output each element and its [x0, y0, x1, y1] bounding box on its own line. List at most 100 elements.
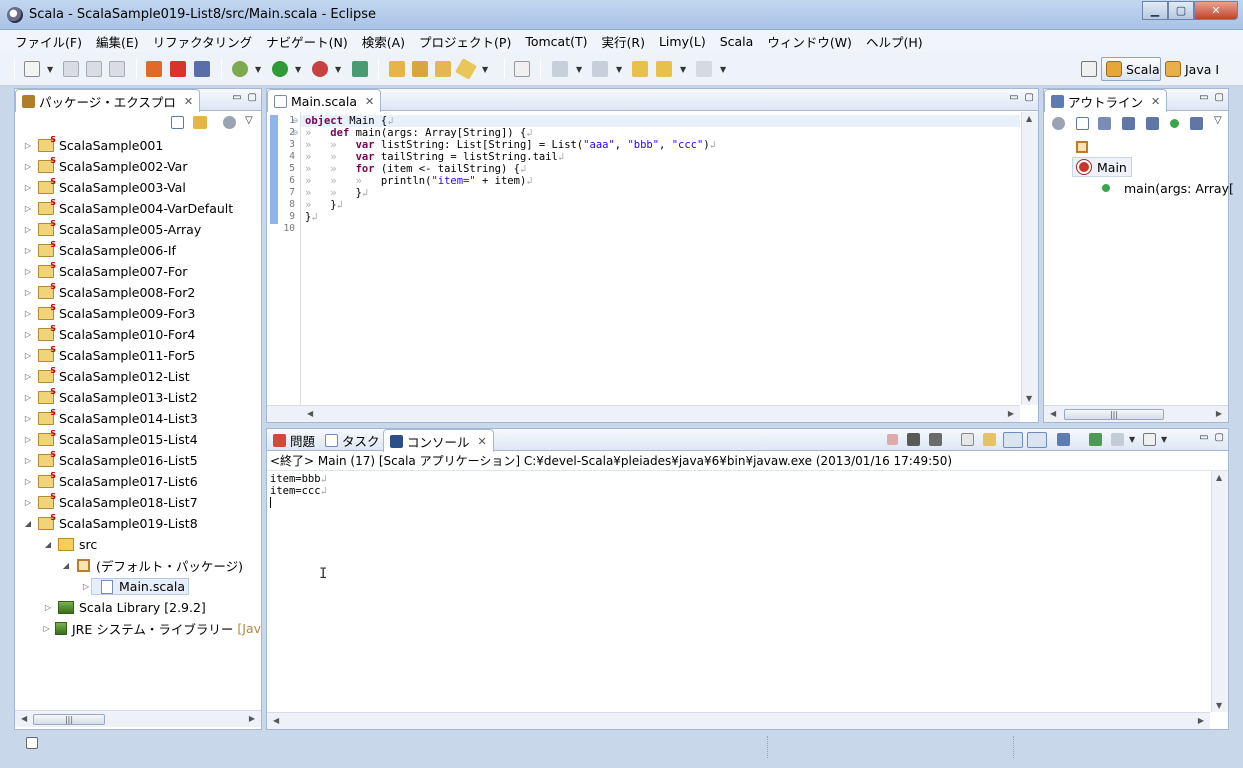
open-console-icon[interactable]	[1111, 433, 1124, 446]
outline-method-main[interactable]: main(args: Array[	[1102, 178, 1234, 198]
tree-project-item[interactable]: ▷ ScalaSample006-If	[15, 240, 261, 261]
pen-icon[interactable]	[455, 58, 477, 80]
fold-icon[interactable]: ⊖	[293, 128, 298, 137]
terminate-icon[interactable]	[887, 434, 898, 445]
expand-icon[interactable]: ▷	[23, 267, 33, 276]
console-vscroll[interactable]: ▲ ▼	[1211, 471, 1228, 712]
forward-dropdown-icon[interactable]: ▼	[720, 65, 726, 74]
view-menu-icon[interactable]: ▽	[245, 115, 253, 126]
scroll-left-icon[interactable]: ◀	[1050, 409, 1056, 418]
fold-icon[interactable]: ⊖	[293, 116, 298, 125]
scroll-right-icon[interactable]: ▶	[249, 714, 255, 723]
pin-console-icon[interactable]	[1057, 433, 1070, 446]
expand-icon[interactable]: ▷	[23, 183, 33, 192]
expand-icon[interactable]: ▷	[23, 330, 33, 339]
expand-icon[interactable]: ▷	[23, 162, 33, 171]
scroll-up-icon[interactable]: ▲	[1026, 114, 1032, 123]
scroll-left-icon[interactable]: ◀	[273, 716, 279, 725]
tab-main-scala[interactable]: Main.scala ✕	[267, 89, 382, 112]
hide-local-types-icon[interactable]	[1190, 117, 1203, 130]
console-output[interactable]: item=bbb↲ item=ccc↲ I	[267, 471, 1210, 712]
minimize-view-icon[interactable]: ▭	[1199, 432, 1208, 443]
open-folder-icon[interactable]	[435, 61, 451, 77]
menu-navigate[interactable]: ナビゲート(N)	[259, 32, 355, 51]
expand-icon[interactable]: ▷	[23, 309, 33, 318]
back-icon[interactable]	[656, 61, 672, 77]
view-options-icon[interactable]	[223, 116, 236, 129]
menu-project[interactable]: プロジェクト(P)	[412, 32, 518, 51]
menu-run[interactable]: 実行(R)	[595, 32, 652, 51]
outline-package-item[interactable]	[1076, 137, 1088, 157]
open-perspective-icon[interactable]	[1081, 61, 1097, 77]
tomcat-icon[interactable]	[352, 61, 368, 77]
external-tools-dropdown-icon[interactable]: ▼	[335, 65, 341, 74]
maximize-view-icon[interactable]: ▢	[248, 92, 257, 103]
expand-icon[interactable]: ▷	[23, 456, 33, 465]
save-icon[interactable]	[63, 61, 79, 77]
tab-package-explorer[interactable]: パッケージ・エクスプロ ✕	[15, 89, 201, 112]
run-icon[interactable]	[272, 61, 288, 77]
hide-static-icon[interactable]	[1146, 117, 1159, 130]
sort-icon[interactable]	[1098, 117, 1111, 130]
external-tools-icon[interactable]	[312, 61, 328, 77]
expand-icon[interactable]: ▷	[23, 204, 33, 213]
expand-icon[interactable]: ▷	[23, 498, 33, 507]
new-dropdown-icon[interactable]: ▼	[47, 65, 53, 74]
menu-window[interactable]: ウィンドウ(W)	[760, 32, 859, 51]
tree-default-package[interactable]: ◢ (デフォルト・パッケージ)	[15, 555, 261, 576]
scroll-right-icon[interactable]: ▶	[1198, 716, 1204, 725]
scroll-lock-icon[interactable]	[983, 433, 996, 446]
code-editor[interactable]: 1 2 3 4 5 6 7 8 9 10 ⊖ ⊖ object Main {↲ …	[267, 112, 1020, 405]
tree-project-item[interactable]: ▷ ScalaSample009-For3	[15, 303, 261, 324]
menu-scala[interactable]: Scala	[713, 34, 761, 49]
scala-build-icon[interactable]	[194, 61, 210, 77]
tab-tasks[interactable]: タスク	[319, 429, 386, 451]
expand-icon[interactable]: ▷	[23, 393, 33, 402]
tree-project-item[interactable]: ▷ ScalaSample003-Val	[15, 177, 261, 198]
print-icon[interactable]	[109, 61, 125, 77]
menu-limy[interactable]: Limy(L)	[652, 34, 713, 49]
toggle-mark-icon[interactable]	[514, 61, 530, 77]
menu-edit[interactable]: 編集(E)	[89, 32, 146, 51]
tree-main-file[interactable]: ▷ Main.scala	[15, 576, 261, 597]
tree-project-item[interactable]: ▷ ScalaSample002-Var	[15, 156, 261, 177]
scroll-down-icon[interactable]: ▼	[1216, 701, 1222, 710]
expand-icon[interactable]: ▷	[23, 288, 33, 297]
tree-src-folder[interactable]: ◢ src	[15, 534, 261, 555]
debug-icon[interactable]	[232, 61, 248, 77]
outline-object-main[interactable]: Main	[1072, 157, 1132, 177]
scroll-down-icon[interactable]: ▼	[1026, 394, 1032, 403]
tree-project-item[interactable]: ▷ ScalaSample017-List6	[15, 471, 261, 492]
tree-project-item[interactable]: ▷ ScalaSample013-List2	[15, 387, 261, 408]
tree-project-item[interactable]: ▷ ScalaSample010-For4	[15, 324, 261, 345]
close-button[interactable]: ✕	[1194, 1, 1238, 20]
expand-icon[interactable]: ▷	[23, 351, 33, 360]
show-stderr-icon[interactable]	[1027, 432, 1047, 448]
scroll-thumb[interactable]: |||	[33, 714, 105, 725]
last-edit-icon[interactable]	[632, 61, 648, 77]
new-console-dropdown-icon[interactable]: ▼	[1161, 435, 1167, 444]
display-console-icon[interactable]	[1089, 433, 1102, 446]
scroll-up-icon[interactable]: ▲	[1216, 473, 1222, 482]
close-icon[interactable]: ✕	[365, 95, 374, 108]
tree-project-item[interactable]: ▷ ScalaSample007-For	[15, 261, 261, 282]
console-hscroll[interactable]: ◀ ▶	[267, 712, 1210, 729]
debug-dropdown-icon[interactable]: ▼	[255, 65, 261, 74]
outline-hscroll[interactable]: ◀ ||| ▶	[1044, 405, 1228, 422]
collapse-icon[interactable]: ◢	[61, 561, 71, 570]
scroll-right-icon[interactable]: ▶	[1008, 409, 1014, 418]
expand-icon[interactable]: ▷	[23, 435, 33, 444]
menu-file[interactable]: ファイル(F)	[8, 32, 89, 51]
expand-icon[interactable]: ▷	[23, 477, 33, 486]
run-dropdown-icon[interactable]: ▼	[295, 65, 301, 74]
editor-vscroll[interactable]: ▲ ▼	[1021, 112, 1038, 405]
minimize-view-icon[interactable]: ▭	[232, 92, 241, 103]
next-annotation-dropdown-icon[interactable]: ▼	[576, 65, 582, 74]
fast-view-icon[interactable]	[26, 737, 38, 749]
back-dropdown-icon[interactable]: ▼	[680, 65, 686, 74]
tree-project-item[interactable]: ▷ ScalaSample008-For2	[15, 282, 261, 303]
scala-stop-icon[interactable]	[170, 61, 186, 77]
expand-icon[interactable]: ▷	[43, 624, 50, 633]
expand-icon[interactable]: ▷	[81, 582, 91, 591]
prev-annotation-icon[interactable]	[592, 61, 608, 77]
